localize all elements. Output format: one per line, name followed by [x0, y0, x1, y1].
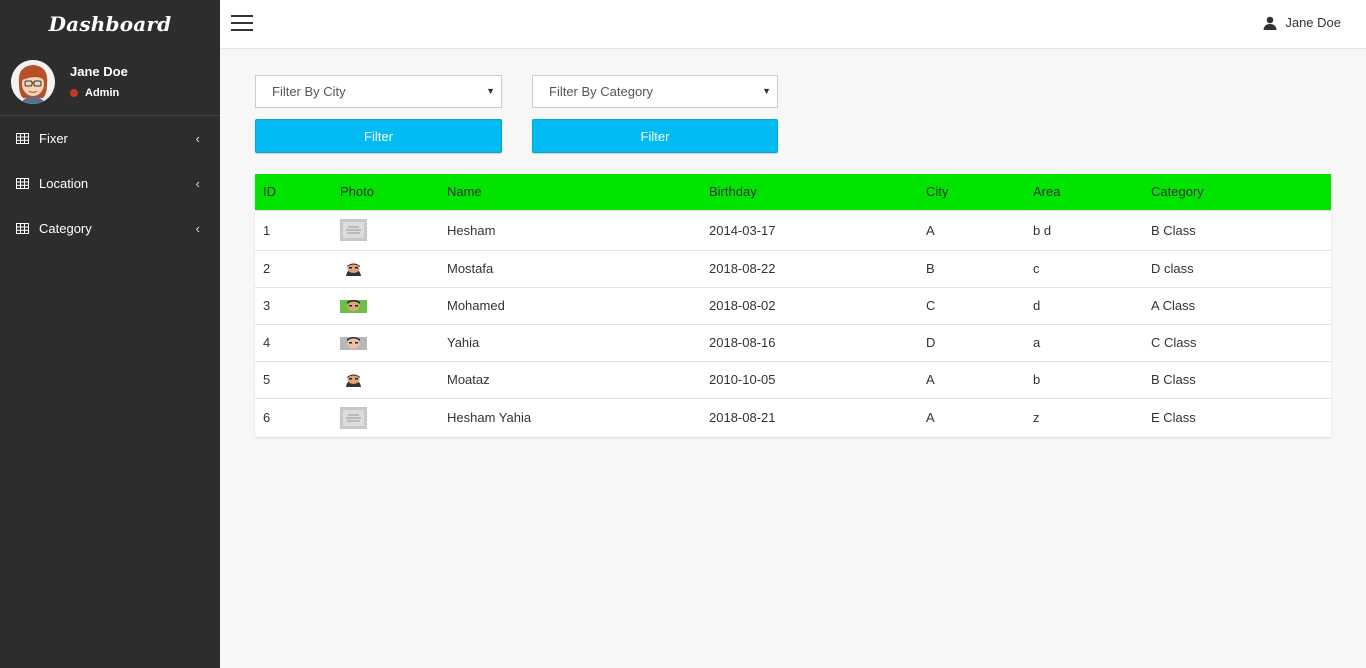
sidebar-item-label: Fixer — [39, 131, 68, 146]
city-filter-button[interactable]: Filter — [255, 119, 502, 153]
chevron-left-icon: ‹ — [195, 176, 200, 191]
cell-category: B Class — [1143, 209, 1331, 250]
table-header-row: ID Photo Name Birthday City Area Categor… — [255, 174, 1331, 210]
status-dot-icon — [70, 89, 78, 97]
sidebar-item-category[interactable]: Category ‹ — [0, 206, 220, 251]
category-filter-button[interactable]: Filter — [532, 119, 778, 153]
cell-birthday: 2018-08-16 — [701, 323, 918, 361]
avatar — [11, 59, 55, 104]
cell-category: E Class — [1143, 397, 1331, 437]
cell-id: 1 — [255, 209, 332, 250]
cell-category: C Class — [1143, 323, 1331, 361]
cell-id: 2 — [255, 249, 332, 287]
cell-name: Hesham — [439, 209, 701, 250]
cartoon-face-green-icon — [340, 300, 367, 314]
cell-name: Moataz — [439, 360, 701, 398]
sidebar: Dashboard Jane Doe Admin Fixer ‹ Locatio… — [0, 0, 220, 668]
column-header-category[interactable]: Category — [1143, 174, 1331, 210]
cell-category: D class — [1143, 249, 1331, 287]
cell-area: d — [1025, 286, 1143, 324]
cell-category: A Class — [1143, 286, 1331, 324]
topbar: Jane Doe — [220, 0, 1366, 49]
cell-city: C — [918, 286, 1025, 324]
brand-title[interactable]: Dashboard — [0, 0, 220, 48]
role-label: Admin — [85, 87, 120, 99]
category-filter-select[interactable]: Filter By Category ▼ — [532, 75, 778, 108]
cell-city: D — [918, 323, 1025, 361]
table-icon — [16, 178, 29, 189]
table-row[interactable]: 6 Hesham Yahia 2018-08-21 A z E Class — [255, 397, 1331, 437]
cell-birthday: 2014-03-17 — [701, 209, 918, 250]
cell-category: B Class — [1143, 360, 1331, 398]
caret-down-icon: ▼ — [486, 86, 495, 96]
sidebar-item-label: Location — [39, 176, 89, 191]
cell-area: a — [1025, 323, 1143, 361]
column-header-city[interactable]: City — [918, 174, 1025, 210]
table-row[interactable]: 2 Mostafa 2018-08-22 B c D class — [255, 249, 1331, 287]
user-menu-name: Jane Doe — [1285, 15, 1341, 30]
cell-city: B — [918, 249, 1025, 287]
placeholder-photo-icon — [340, 406, 367, 429]
placeholder-photo-icon — [340, 219, 367, 241]
cell-birthday: 2018-08-22 — [701, 249, 918, 287]
column-header-birthday[interactable]: Birthday — [701, 174, 918, 210]
cell-id: 3 — [255, 286, 332, 324]
cell-name: Mohamed — [439, 286, 701, 324]
table-row[interactable]: 5 Moataz 2010-10-05 A b B Class — [255, 360, 1331, 398]
cell-id: 6 — [255, 397, 332, 437]
cartoon-face-icon — [340, 263, 367, 277]
cartoon-face-icon — [340, 337, 367, 351]
user-menu[interactable]: Jane Doe — [1263, 15, 1341, 30]
table-icon — [16, 133, 29, 144]
cell-area: c — [1025, 249, 1143, 287]
chevron-left-icon: ‹ — [195, 221, 200, 236]
sidebar-item-fixer[interactable]: Fixer ‹ — [0, 116, 220, 161]
table-row[interactable]: 1 Hesham 2014-03-17 A b d B Class — [255, 209, 1331, 250]
cell-area: z — [1025, 397, 1143, 437]
cell-area: b d — [1025, 209, 1143, 250]
cell-area: b — [1025, 360, 1143, 398]
cell-city: A — [918, 209, 1025, 250]
city-filter-value: Filter By City — [272, 84, 346, 99]
category-filter-value: Filter By Category — [549, 84, 654, 99]
cell-city: A — [918, 360, 1025, 398]
column-header-name[interactable]: Name — [439, 174, 701, 210]
table-row[interactable]: 4 Yahia 2018-08-16 D a C Class — [255, 323, 1331, 361]
column-header-photo[interactable]: Photo — [332, 174, 439, 210]
profile-panel: Jane Doe Admin — [0, 48, 220, 116]
cell-id: 5 — [255, 360, 332, 398]
menu-toggle-icon[interactable] — [231, 15, 253, 33]
data-table: ID Photo Name Birthday City Area Categor… — [255, 174, 1331, 437]
profile-name: Jane Doe — [70, 64, 128, 79]
cell-city: A — [918, 397, 1025, 437]
cartoon-face-icon — [340, 374, 367, 388]
column-header-area[interactable]: Area — [1025, 174, 1143, 210]
sidebar-item-location[interactable]: Location ‹ — [0, 161, 220, 206]
cell-name: Mostafa — [439, 249, 701, 287]
column-header-id[interactable]: ID — [255, 174, 332, 210]
cell-name: Yahia — [439, 323, 701, 361]
sidebar-item-label: Category — [39, 221, 92, 236]
cell-birthday: 2018-08-02 — [701, 286, 918, 324]
cell-birthday: 2018-08-21 — [701, 397, 918, 437]
table-row[interactable]: 3 Mohamed 2018-08-02 C d A Class — [255, 286, 1331, 324]
caret-down-icon: ▼ — [762, 86, 771, 96]
user-icon — [1263, 16, 1277, 30]
table-icon — [16, 223, 29, 234]
cell-id: 4 — [255, 323, 332, 361]
profile-role: Admin — [70, 87, 128, 99]
city-filter-select[interactable]: Filter By City ▼ — [255, 75, 502, 108]
cell-name: Hesham Yahia — [439, 397, 701, 437]
cell-birthday: 2010-10-05 — [701, 360, 918, 398]
chevron-left-icon: ‹ — [195, 131, 200, 146]
